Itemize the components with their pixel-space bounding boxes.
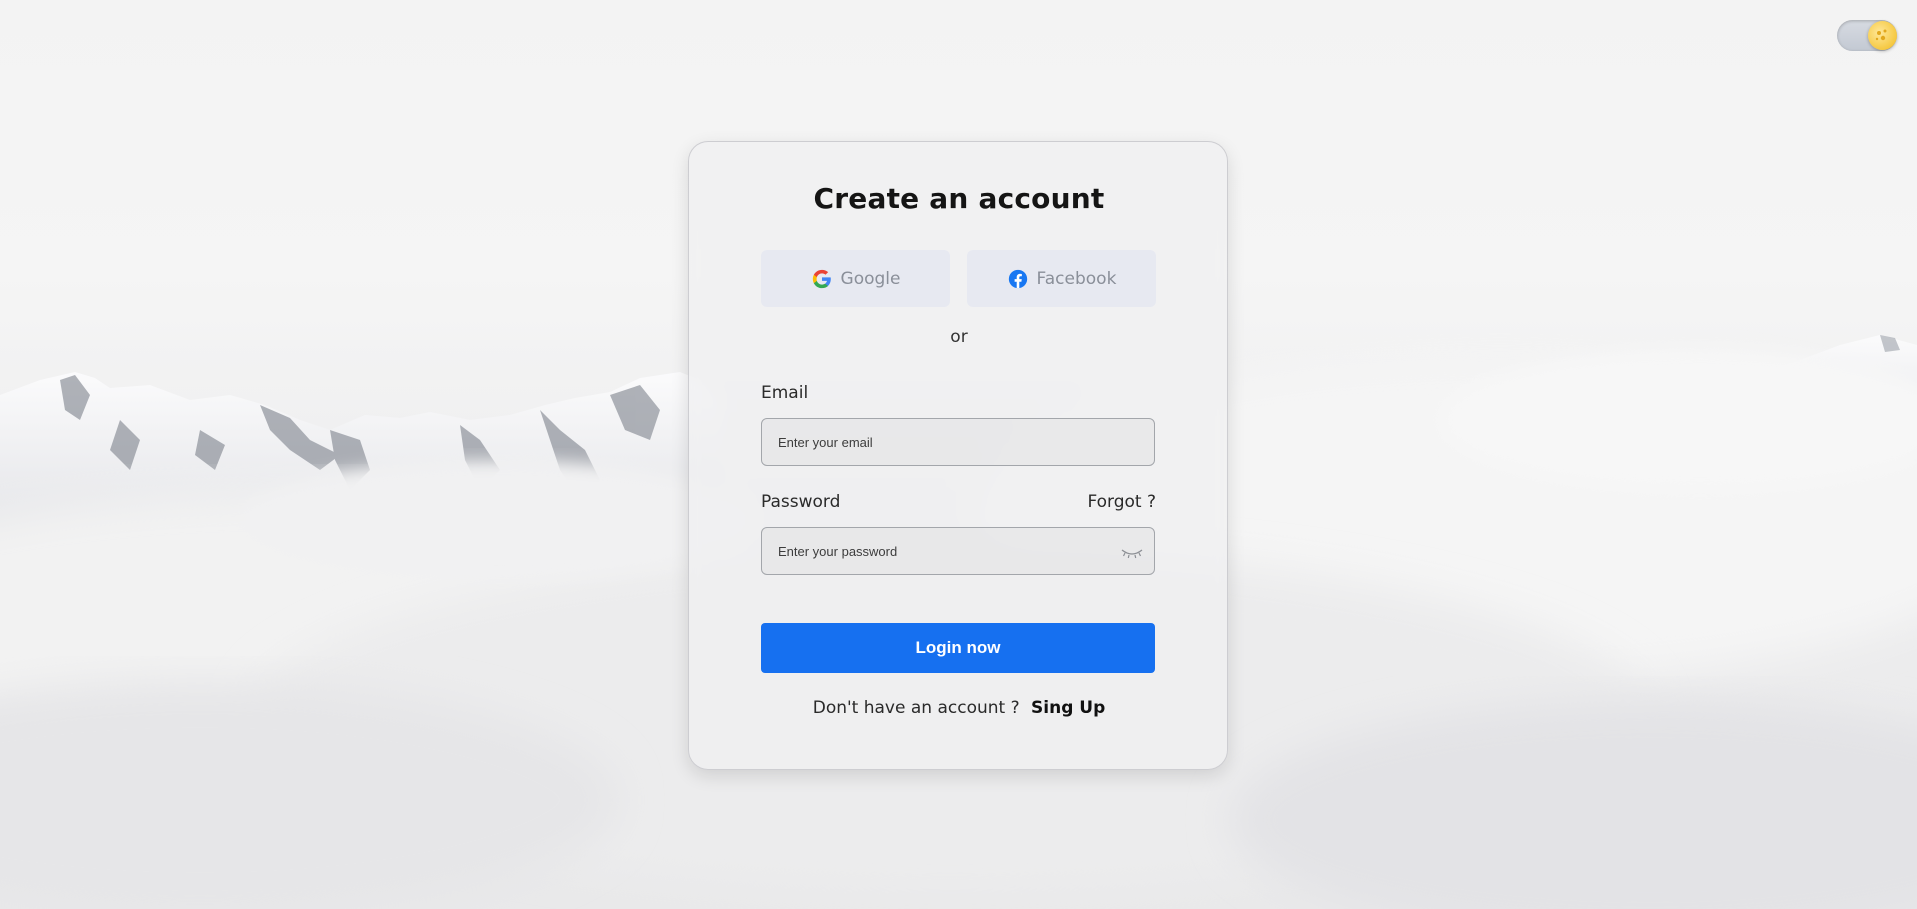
signup-link[interactable]: Sing Up (1031, 698, 1105, 718)
page-title: Create an account (813, 182, 1105, 215)
eye-closed-icon[interactable] (1120, 546, 1144, 560)
password-label: Password (761, 492, 841, 512)
forgot-password-link[interactable]: Forgot ? (1087, 492, 1156, 512)
divider-text: or (950, 327, 968, 347)
signup-prompt-text: Don't have an account ? (812, 698, 1020, 718)
auth-card: Create an account Google Facebook or Ema… (688, 141, 1228, 770)
toggle-knob[interactable] (1868, 21, 1897, 50)
page-background: Create an account Google Facebook or Ema… (0, 0, 1917, 909)
email-label: Email (761, 383, 809, 403)
facebook-login-button[interactable]: Facebook (967, 250, 1156, 307)
google-login-button[interactable]: Google (761, 250, 950, 307)
google-label: Google (840, 268, 901, 289)
signup-prompt: Don't have an account ? Sing Up (689, 698, 1229, 718)
theme-toggle[interactable] (1837, 20, 1897, 51)
facebook-label: Facebook (1036, 268, 1117, 289)
google-icon (812, 269, 831, 288)
password-input[interactable] (761, 527, 1155, 575)
sun-icon (1875, 29, 1887, 41)
email-input[interactable] (761, 418, 1155, 466)
login-button[interactable]: Login now (761, 623, 1155, 673)
facebook-icon (1008, 269, 1027, 288)
